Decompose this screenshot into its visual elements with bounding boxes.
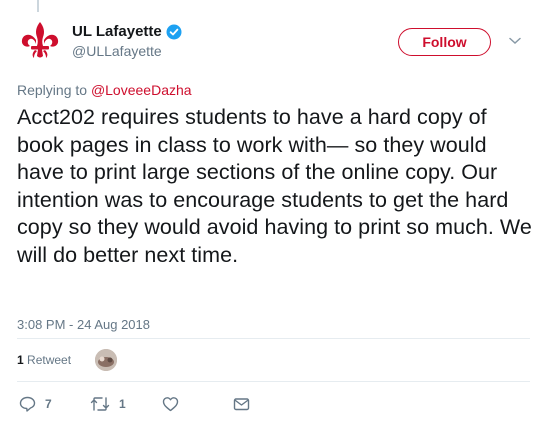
retweet-stat-count: 1 bbox=[17, 353, 24, 367]
message-icon bbox=[233, 398, 250, 411]
retweet-stat[interactable]: 1 Retweet bbox=[17, 353, 71, 367]
fleur-de-lis-logo bbox=[21, 22, 59, 58]
retweet-count: 1 bbox=[119, 397, 126, 411]
retweet-stat-label: Retweet bbox=[27, 353, 72, 367]
display-name[interactable]: UL Lafayette bbox=[72, 23, 182, 40]
verified-badge-icon bbox=[166, 24, 182, 39]
avatar[interactable] bbox=[17, 18, 63, 64]
display-name-text: UL Lafayette bbox=[72, 23, 162, 40]
like-action[interactable] bbox=[162, 396, 188, 412]
reply-icon bbox=[19, 396, 36, 412]
like-icon bbox=[162, 397, 179, 412]
retweeter-avatar-image bbox=[95, 349, 117, 371]
reply-action[interactable]: 7 bbox=[19, 396, 52, 412]
divider bbox=[17, 381, 530, 382]
replying-to: Replying to @LoveeeDazha bbox=[17, 82, 192, 98]
tweet-timestamp[interactable]: 3:08 PM - 24 Aug 2018 bbox=[17, 317, 150, 332]
tweet-text: Acct202 requires students to have a hard… bbox=[17, 105, 532, 267]
handle[interactable]: @ULLafayette bbox=[72, 43, 162, 59]
thread-connector bbox=[37, 0, 39, 12]
divider bbox=[17, 338, 530, 339]
message-action[interactable] bbox=[233, 396, 250, 412]
reply-count: 7 bbox=[45, 397, 52, 411]
retweet-action[interactable]: 1 bbox=[90, 396, 126, 412]
reply-mention-link[interactable]: @LoveeeDazha bbox=[91, 82, 192, 98]
retweet-icon bbox=[90, 397, 110, 411]
replying-to-label: Replying to bbox=[17, 82, 88, 98]
chevron-down-icon[interactable] bbox=[509, 37, 521, 45]
retweeter-avatar[interactable] bbox=[95, 349, 117, 371]
follow-button[interactable]: Follow bbox=[398, 28, 491, 56]
